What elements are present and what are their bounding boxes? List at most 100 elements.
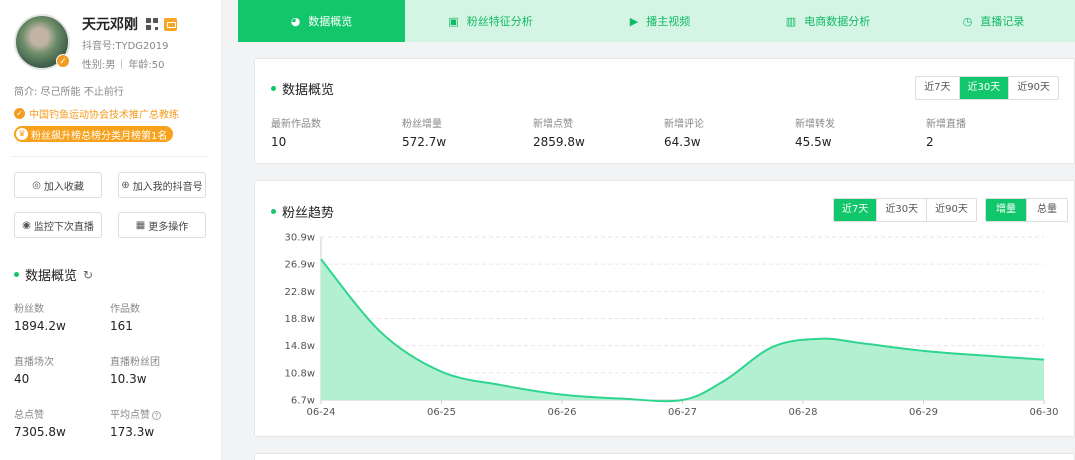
rank-badge[interactable]: ♛ 粉丝飙升榜总榜分类月榜第1名	[14, 126, 174, 142]
y-tick-label: 18.8w	[285, 314, 315, 325]
side-stat-label: 直播场次	[14, 357, 54, 368]
side-stat: 平均点赞? 173.3w	[110, 406, 206, 439]
tab-3[interactable]: ▶ 播主视频	[576, 0, 744, 42]
refresh-icon[interactable]: ↻	[83, 268, 93, 282]
side-stats: 粉丝数 1894.2w 作品数 161 直播场次 40 直播粉丝团 10.3w 总点赞 7305.…	[14, 300, 207, 439]
more-label: 更多操作	[148, 221, 189, 233]
metric-value: 2	[926, 135, 934, 149]
shop-icon: ▥	[785, 14, 797, 28]
metric-label: 新增转发	[795, 119, 835, 130]
side-stat-value: 173.3w	[110, 425, 155, 439]
tab-2[interactable]: ▣ 粉丝特征分析	[405, 0, 576, 42]
profile-name: 天元邓刚	[82, 17, 138, 33]
y-tick-label: 30.9w	[285, 233, 315, 244]
gender: 性别:男	[82, 60, 116, 71]
overview-metric: 粉丝增量 572.7w	[402, 115, 533, 149]
id-card-icon: ▣	[448, 14, 459, 28]
side-stat: 直播场次 40	[14, 353, 110, 386]
monitor-live-label: 监控下次直播	[33, 221, 94, 233]
honor-text: 中国钓鱼运动协会技术推广总教练	[29, 110, 179, 121]
tab-4[interactable]: ▥ 电商数据分析	[744, 0, 912, 42]
tab-5[interactable]: ◷ 直播记录	[912, 0, 1075, 42]
overview-metric: 新增直播 2	[926, 115, 1057, 149]
more-actions-button[interactable]: ▦ 更多操作	[118, 212, 206, 238]
fan-trend-card: 粉丝趋势 近7天 近30天 近90天 增量 总量 6.7w 10.8w 14.8w 18.8…	[254, 180, 1075, 437]
side-stat: 直播粉丝团 10.3w	[110, 353, 206, 386]
favorite-icon: ◎	[32, 179, 41, 191]
overview-card: 数据概览 近7天 近30天 近90天 最新作品数 10 粉丝增量 572.7w 新增点赞 28…	[254, 58, 1075, 164]
green-dot	[14, 272, 19, 277]
overview-range-selector: 近7天 近30天 近90天	[915, 76, 1059, 100]
x-tick-label: 06-26	[547, 407, 576, 418]
y-tick-label: 14.8w	[285, 341, 315, 352]
tab-label: 播主视频	[646, 15, 691, 28]
favorite-button[interactable]: ◎ 加入收藏	[14, 172, 102, 198]
x-tick-label: 06-25	[427, 407, 456, 418]
next-card	[254, 453, 1075, 460]
side-stat-value: 40	[14, 372, 30, 386]
clock-icon: ◷	[962, 14, 973, 28]
side-stat-label: 粉丝数	[14, 304, 44, 315]
y-tick-label: 26.9w	[285, 260, 315, 271]
x-tick-label: 06-24	[306, 407, 335, 418]
overview-range-option[interactable]: 近7天	[916, 77, 959, 99]
overview-card-title: 数据概览	[271, 79, 334, 98]
crown-icon: ♛	[16, 128, 28, 140]
side-stat-label: 总点赞	[14, 410, 44, 421]
plus-circle-icon: ⊕	[121, 179, 130, 191]
add-to-my-accounts-button[interactable]: ⊕ 加入我的抖音号	[118, 172, 206, 198]
trend-area	[321, 259, 1044, 402]
overview-metric: 新增点赞 2859.8w	[533, 115, 664, 149]
x-tick-label: 06-30	[1029, 407, 1058, 418]
avatar: ✓	[14, 14, 70, 70]
overview-metric: 新增评论 64.3w	[664, 115, 795, 149]
side-stat-label: 直播粉丝团	[110, 357, 160, 368]
tab-label: 粉丝特征分析	[466, 15, 533, 28]
y-tick-label: 10.8w	[285, 368, 315, 379]
video-icon: ▶	[629, 14, 639, 28]
side-stat-label-row: 平均点赞?	[110, 406, 206, 421]
metric-value: 2859.8w	[533, 135, 585, 149]
metric-value: 45.5w	[795, 135, 832, 149]
side-stat-label: 平均点赞	[110, 410, 150, 421]
metric-label: 新增点赞	[533, 119, 573, 130]
overview-metric: 新增转发 45.5w	[795, 115, 926, 149]
shop-badge-icon[interactable]	[164, 17, 177, 31]
side-stat: 粉丝数 1894.2w	[14, 300, 110, 333]
overview-range-option[interactable]: 近90天	[1008, 77, 1058, 99]
metric-value: 572.7w	[402, 135, 447, 149]
verified-honor-icon: ✓	[14, 108, 25, 119]
overview-metrics: 最新作品数 10 粉丝增量 572.7w 新增点赞 2859.8w 新增评论 64.3w 新增转…	[271, 115, 1057, 149]
metric-label: 新增评论	[664, 119, 704, 130]
fan-trend-chart: 6.7w 10.8w 14.8w 18.8w 22.8w 26.9w 30.9w 06-24 0…	[285, 233, 1059, 419]
overview-range-option[interactable]: 近30天	[958, 77, 1009, 99]
metric-label: 新增直播	[926, 119, 966, 130]
profile-header: ✓ 天元邓刚 抖音号:TYDG2019 性别:男 年龄:50	[14, 14, 207, 73]
tab-1[interactable]: ◕ 数据概览	[238, 0, 405, 42]
x-tick-label: 06-28	[788, 407, 817, 418]
side-stat-value: 161	[110, 319, 133, 333]
tab-label: 电商数据分析	[804, 15, 871, 28]
x-tick-label: 06-29	[909, 407, 938, 418]
overview-metric: 最新作品数 10	[271, 115, 402, 149]
side-stat-label: 作品数	[110, 304, 140, 315]
side-stat: 作品数 161	[110, 300, 206, 333]
y-tick-label: 22.8w	[285, 287, 315, 298]
tab-label: 数据概览	[308, 15, 353, 28]
profile-sidebar: ✓ 天元邓刚 抖音号:TYDG2019 性别:男 年龄:50 简介: 尽己所能 不…	[0, 0, 222, 460]
metric-value: 64.3w	[664, 135, 701, 149]
profile-name-row: 天元邓刚	[82, 14, 177, 34]
overview-card-title-text: 数据概览	[282, 83, 335, 98]
add-mine-label: 加入我的抖音号	[132, 181, 203, 193]
metric-value: 10	[271, 135, 287, 149]
qr-code-icon[interactable]	[146, 18, 158, 30]
side-stat: 总点赞 7305.8w	[14, 406, 110, 439]
metric-label: 粉丝增量	[402, 119, 442, 130]
action-buttons: ◎ 加入收藏 ⊕ 加入我的抖音号 ◉ 监控下次直播 ▦ 更多操作	[14, 172, 207, 238]
monitor-live-button[interactable]: ◉ 监控下次直播	[14, 212, 102, 238]
side-stat-value: 7305.8w	[14, 425, 66, 439]
y-tick-label: 6.7w	[291, 396, 315, 407]
divider	[12, 156, 209, 157]
rank-text: 粉丝飙升榜总榜分类月榜第1名	[31, 130, 168, 142]
help-icon[interactable]: ?	[152, 411, 161, 420]
